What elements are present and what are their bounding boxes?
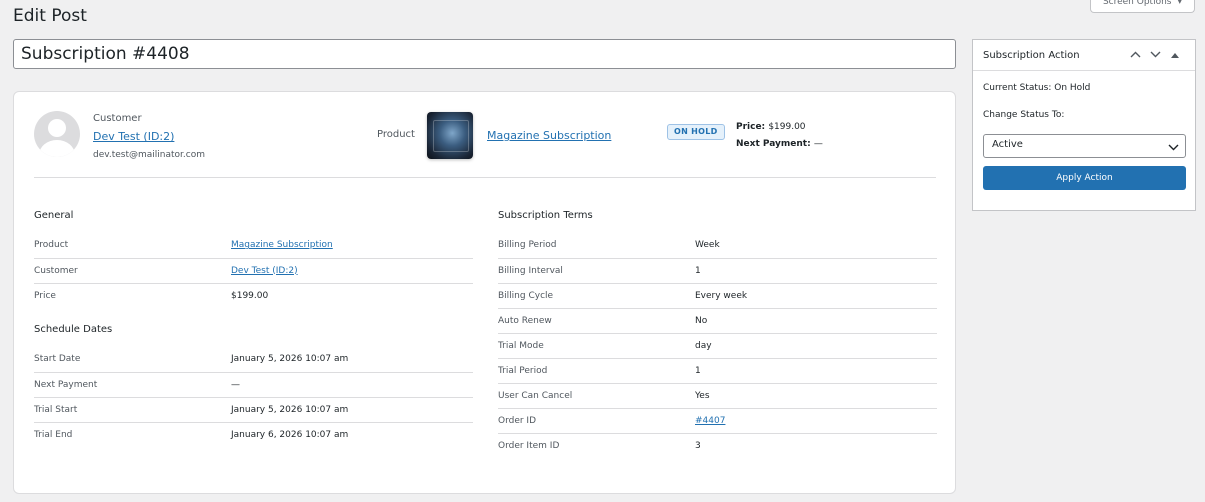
table-row: Auto Renew No [498,308,937,334]
table-row: Trial Period 1 [498,358,937,384]
table-row: User Can Cancel Yes [498,383,937,409]
terms-section-title: Subscription Terms [498,210,593,221]
table-row: Billing Interval 1 [498,258,937,284]
customer-avatar [34,111,80,157]
subscription-details-card: Customer Dev Test (ID:2) dev.test@mailin… [13,91,956,494]
status-select[interactable]: Active [983,134,1186,158]
chevron-down-icon[interactable] [1145,50,1165,61]
page-title: Edit Post [13,6,87,26]
table-row: Trial Mode day [498,333,937,359]
customer-label: Customer [93,113,142,124]
general-product-link[interactable]: Magazine Subscription [231,240,333,250]
price-summary: Price: $199.00 [736,122,806,132]
terms-table: Billing Period Week Billing Interval 1 B… [498,233,937,458]
table-row: Order Item ID 3 [498,440,701,451]
customer-link[interactable]: Dev Test (ID:2) [93,130,174,143]
table-row: Trial End January 6, 2026 10:07 am [34,429,349,440]
table-row: Billing Period Week [498,233,937,259]
status-select-value: Active [992,139,1023,150]
table-row: Billing Cycle Every week [498,283,937,309]
chevron-up-icon[interactable] [1125,50,1145,61]
schedule-table: Start Date January 5, 2026 10:07 am Next… [34,347,473,447]
table-row: Trial Start January 5, 2026 10:07 am [34,397,473,423]
status-badge: ON HOLD [667,124,725,140]
screen-options-button[interactable]: Screen Options ▾ [1089,0,1195,13]
customer-email: dev.test@mailinator.com [93,150,206,160]
subscription-action-title: Subscription Action [983,49,1080,61]
table-row: Order ID #4407 [498,408,937,434]
general-section-title: General [34,210,74,221]
table-row: Start Date January 5, 2026 10:07 am [34,347,473,373]
chevron-down-icon [1168,137,1179,154]
table-row: Next Payment — [34,372,473,398]
product-link[interactable]: Magazine Subscription [487,129,611,142]
subscription-action-box: Subscription Action Current Status: On H… [972,39,1196,211]
product-label: Product [377,129,415,140]
order-id-link[interactable]: #4407 [695,416,725,426]
summary-divider [34,177,936,178]
post-title-input[interactable] [13,39,956,69]
schedule-section-title: Schedule Dates [34,324,113,335]
product-thumbnail [427,112,473,159]
screen-options-label: Screen Options [1102,0,1172,7]
table-row: Price $199.00 [34,290,269,301]
current-status: Current Status: On Hold [983,83,1091,93]
table-row: Product Magazine Subscription [34,233,473,259]
next-payment-summary: Next Payment: — [736,139,823,149]
apply-action-button[interactable]: Apply Action [983,166,1186,190]
triangle-up-icon[interactable] [1165,50,1185,61]
general-customer-link[interactable]: Dev Test (ID:2) [231,266,298,276]
table-row: Customer Dev Test (ID:2) [34,258,473,284]
subscription-action-header: Subscription Action [973,40,1195,71]
general-table: Product Magazine Subscription Customer D… [34,233,473,308]
change-status-label: Change Status To: [983,110,1065,120]
caret-down-icon: ▾ [1177,0,1182,7]
